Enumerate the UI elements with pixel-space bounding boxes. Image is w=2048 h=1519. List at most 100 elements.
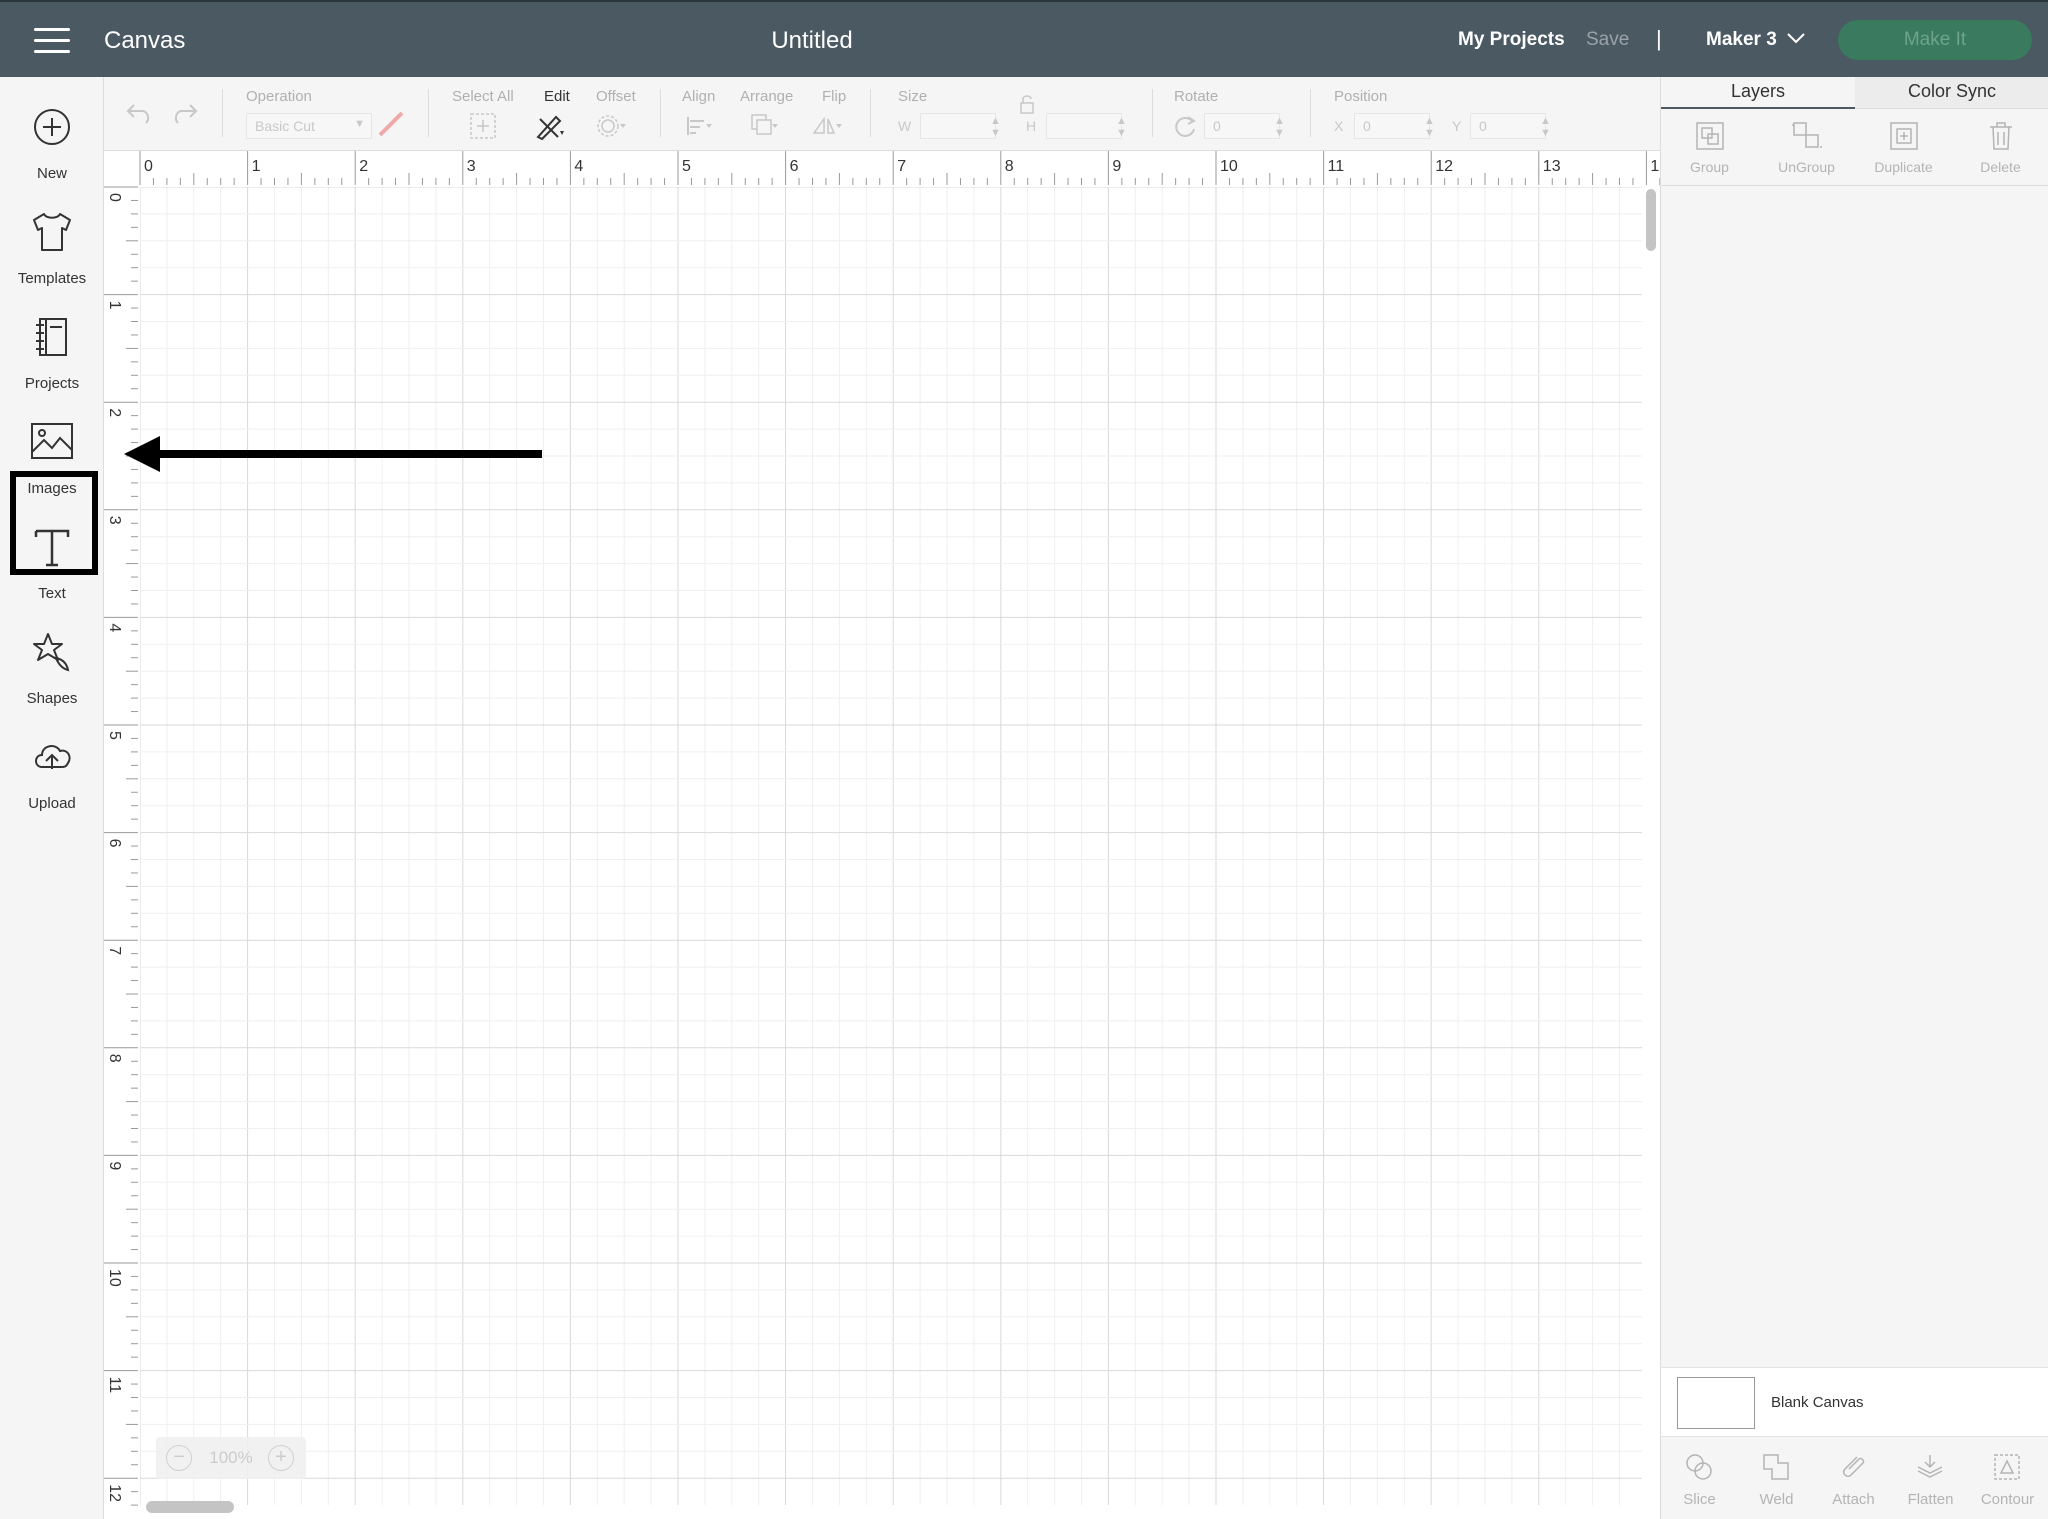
group-icon: [1696, 122, 1724, 150]
edit-tools-icon[interactable]: [534, 111, 564, 141]
height-label: H: [1026, 118, 1037, 134]
rotate-icon[interactable]: [1170, 111, 1200, 141]
weld-button[interactable]: Weld: [1738, 1443, 1815, 1519]
ruler-top-label: 9: [1112, 158, 1121, 175]
zoom-out-button[interactable]: −: [166, 1445, 192, 1471]
caret-down-icon: ▼: [354, 118, 365, 130]
shapes-icon: [33, 633, 70, 672]
slice-label: Slice: [1683, 1491, 1716, 1508]
duplicate-button[interactable]: Duplicate: [1855, 115, 1952, 181]
tab-color-sync[interactable]: Color Sync: [1855, 77, 2048, 109]
ruler-left-label: 6: [106, 839, 123, 848]
rotate-stepper-icon[interactable]: ▲ ▼: [1274, 115, 1285, 139]
offset-icon[interactable]: [596, 111, 626, 141]
slice-icon: [1686, 1454, 1712, 1480]
size-label: Size: [898, 88, 928, 105]
design-canvas[interactable]: 0 1 2 3 4 5 6 7 8 9 10 11 12 13 1 0 1 2 3 4 5 6 7 8 9 10 11 12 − 1…: [104, 151, 1660, 1519]
width-stepper-icon[interactable]: ▲ ▼: [990, 115, 1001, 139]
flatten-label: Flatten: [1907, 1491, 1954, 1508]
top-bar: Canvas Untitled My Projects Save | Maker…: [0, 0, 2048, 77]
arrange-icon[interactable]: [748, 111, 778, 141]
ungroup-button[interactable]: UnGroup: [1758, 115, 1855, 181]
blank-canvas-layer[interactable]: Blank Canvas: [1661, 1367, 2048, 1437]
horizontal-scrollbar[interactable]: [146, 1501, 234, 1513]
attach-button[interactable]: Attach: [1815, 1443, 1892, 1519]
group-button[interactable]: Group: [1661, 115, 1758, 181]
ruler-left-label: 7: [106, 946, 123, 955]
edit-toolbar: Operation Basic Cut ▼ Select All Edit Of…: [104, 77, 1660, 151]
trash-icon: [1990, 122, 2012, 150]
align-icon[interactable]: [684, 111, 714, 141]
undo-icon[interactable]: [124, 97, 154, 127]
vertical-scrollbar[interactable]: [1646, 189, 1656, 251]
height-stepper-icon[interactable]: ▲ ▼: [1116, 115, 1127, 139]
x-stepper-icon[interactable]: ▲ ▼: [1424, 115, 1435, 139]
width-label: W: [898, 118, 912, 134]
x-value: 0: [1363, 118, 1371, 134]
duplicate-icon: [1890, 122, 1918, 150]
tshirt-icon: [33, 213, 71, 251]
plus-circle-icon: [34, 109, 70, 145]
y-stepper-icon[interactable]: ▲ ▼: [1540, 115, 1551, 139]
blank-canvas-swatch[interactable]: [1677, 1377, 1755, 1429]
chevron-down-icon[interactable]: [1786, 28, 1806, 48]
zoom-control: − 100% +: [156, 1437, 306, 1479]
panel-divider: [1661, 185, 2048, 186]
operation-select[interactable]: Basic Cut ▼: [246, 113, 372, 139]
contour-button[interactable]: Contour: [1969, 1443, 2046, 1519]
sidebar-item-label: New: [36, 165, 67, 182]
sidebar-item-label: Shapes: [26, 690, 78, 707]
sidebar-item-projects[interactable]: Projects: [0, 305, 104, 405]
select-all-icon[interactable]: [468, 111, 498, 141]
save-button[interactable]: Save: [1586, 29, 1629, 51]
rotate-input[interactable]: 0: [1204, 113, 1280, 139]
ruler-top-label: 13: [1543, 158, 1561, 175]
blank-canvas-label: Blank Canvas: [1771, 1394, 1864, 1411]
image-icon: [31, 423, 73, 459]
ruler-top-label: 0: [144, 158, 153, 175]
edit-label: Edit: [544, 88, 570, 105]
zoom-in-button[interactable]: +: [268, 1445, 294, 1471]
ruler-left: 0123456789101112: [104, 185, 138, 1519]
flip-label: Flip: [822, 88, 847, 105]
ungroup-label: UnGroup: [1778, 159, 1835, 175]
flatten-button[interactable]: Flatten: [1892, 1443, 1969, 1519]
my-projects-link[interactable]: My Projects: [1458, 29, 1565, 51]
width-input[interactable]: [920, 113, 996, 139]
notebook-icon: [36, 318, 67, 356]
height-input[interactable]: [1046, 113, 1122, 139]
document-title[interactable]: Untitled: [0, 27, 1624, 55]
lock-icon[interactable]: [1016, 93, 1038, 115]
slice-button[interactable]: Slice: [1661, 1443, 1738, 1519]
ruler-left-label: 3: [106, 516, 123, 525]
sidebar-item-label: Text: [38, 585, 66, 602]
ruler-left-label: 12: [106, 1484, 123, 1502]
sidebar-item-shapes[interactable]: Shapes: [0, 620, 104, 720]
delete-button[interactable]: Delete: [1952, 115, 2048, 181]
machine-selector[interactable]: Maker 3: [1706, 29, 1777, 51]
ungroup-icon: [1792, 122, 1822, 148]
select-all-label: Select All: [452, 88, 514, 105]
sidebar-item-upload[interactable]: Upload: [0, 725, 104, 825]
rotate-label: Rotate: [1174, 88, 1219, 105]
canvas-grid[interactable]: [140, 187, 1642, 1505]
header-separator: |: [1656, 26, 1662, 51]
y-label: Y: [1452, 118, 1462, 134]
x-input[interactable]: 0: [1354, 113, 1430, 139]
flip-icon[interactable]: [812, 111, 842, 141]
redo-icon[interactable]: [170, 97, 200, 127]
ruler-top-label: 11: [1328, 158, 1345, 175]
y-input[interactable]: 0: [1470, 113, 1546, 139]
delete-label: Delete: [1980, 159, 2021, 175]
pen-color-icon[interactable]: [376, 109, 406, 139]
ruler-top-label: 5: [682, 158, 691, 175]
flatten-icon: [1917, 1455, 1943, 1478]
make-it-button[interactable]: Make It: [1838, 20, 2032, 60]
ruler-top-label: 3: [467, 158, 476, 175]
sidebar-item-label: Templates: [17, 270, 87, 287]
sidebar-item-templates[interactable]: Templates: [0, 200, 104, 300]
weld-label: Weld: [1759, 1491, 1794, 1508]
tab-layers[interactable]: Layers: [1661, 77, 1855, 109]
weld-icon: [1763, 1454, 1789, 1480]
sidebar-item-new[interactable]: New: [0, 95, 104, 195]
